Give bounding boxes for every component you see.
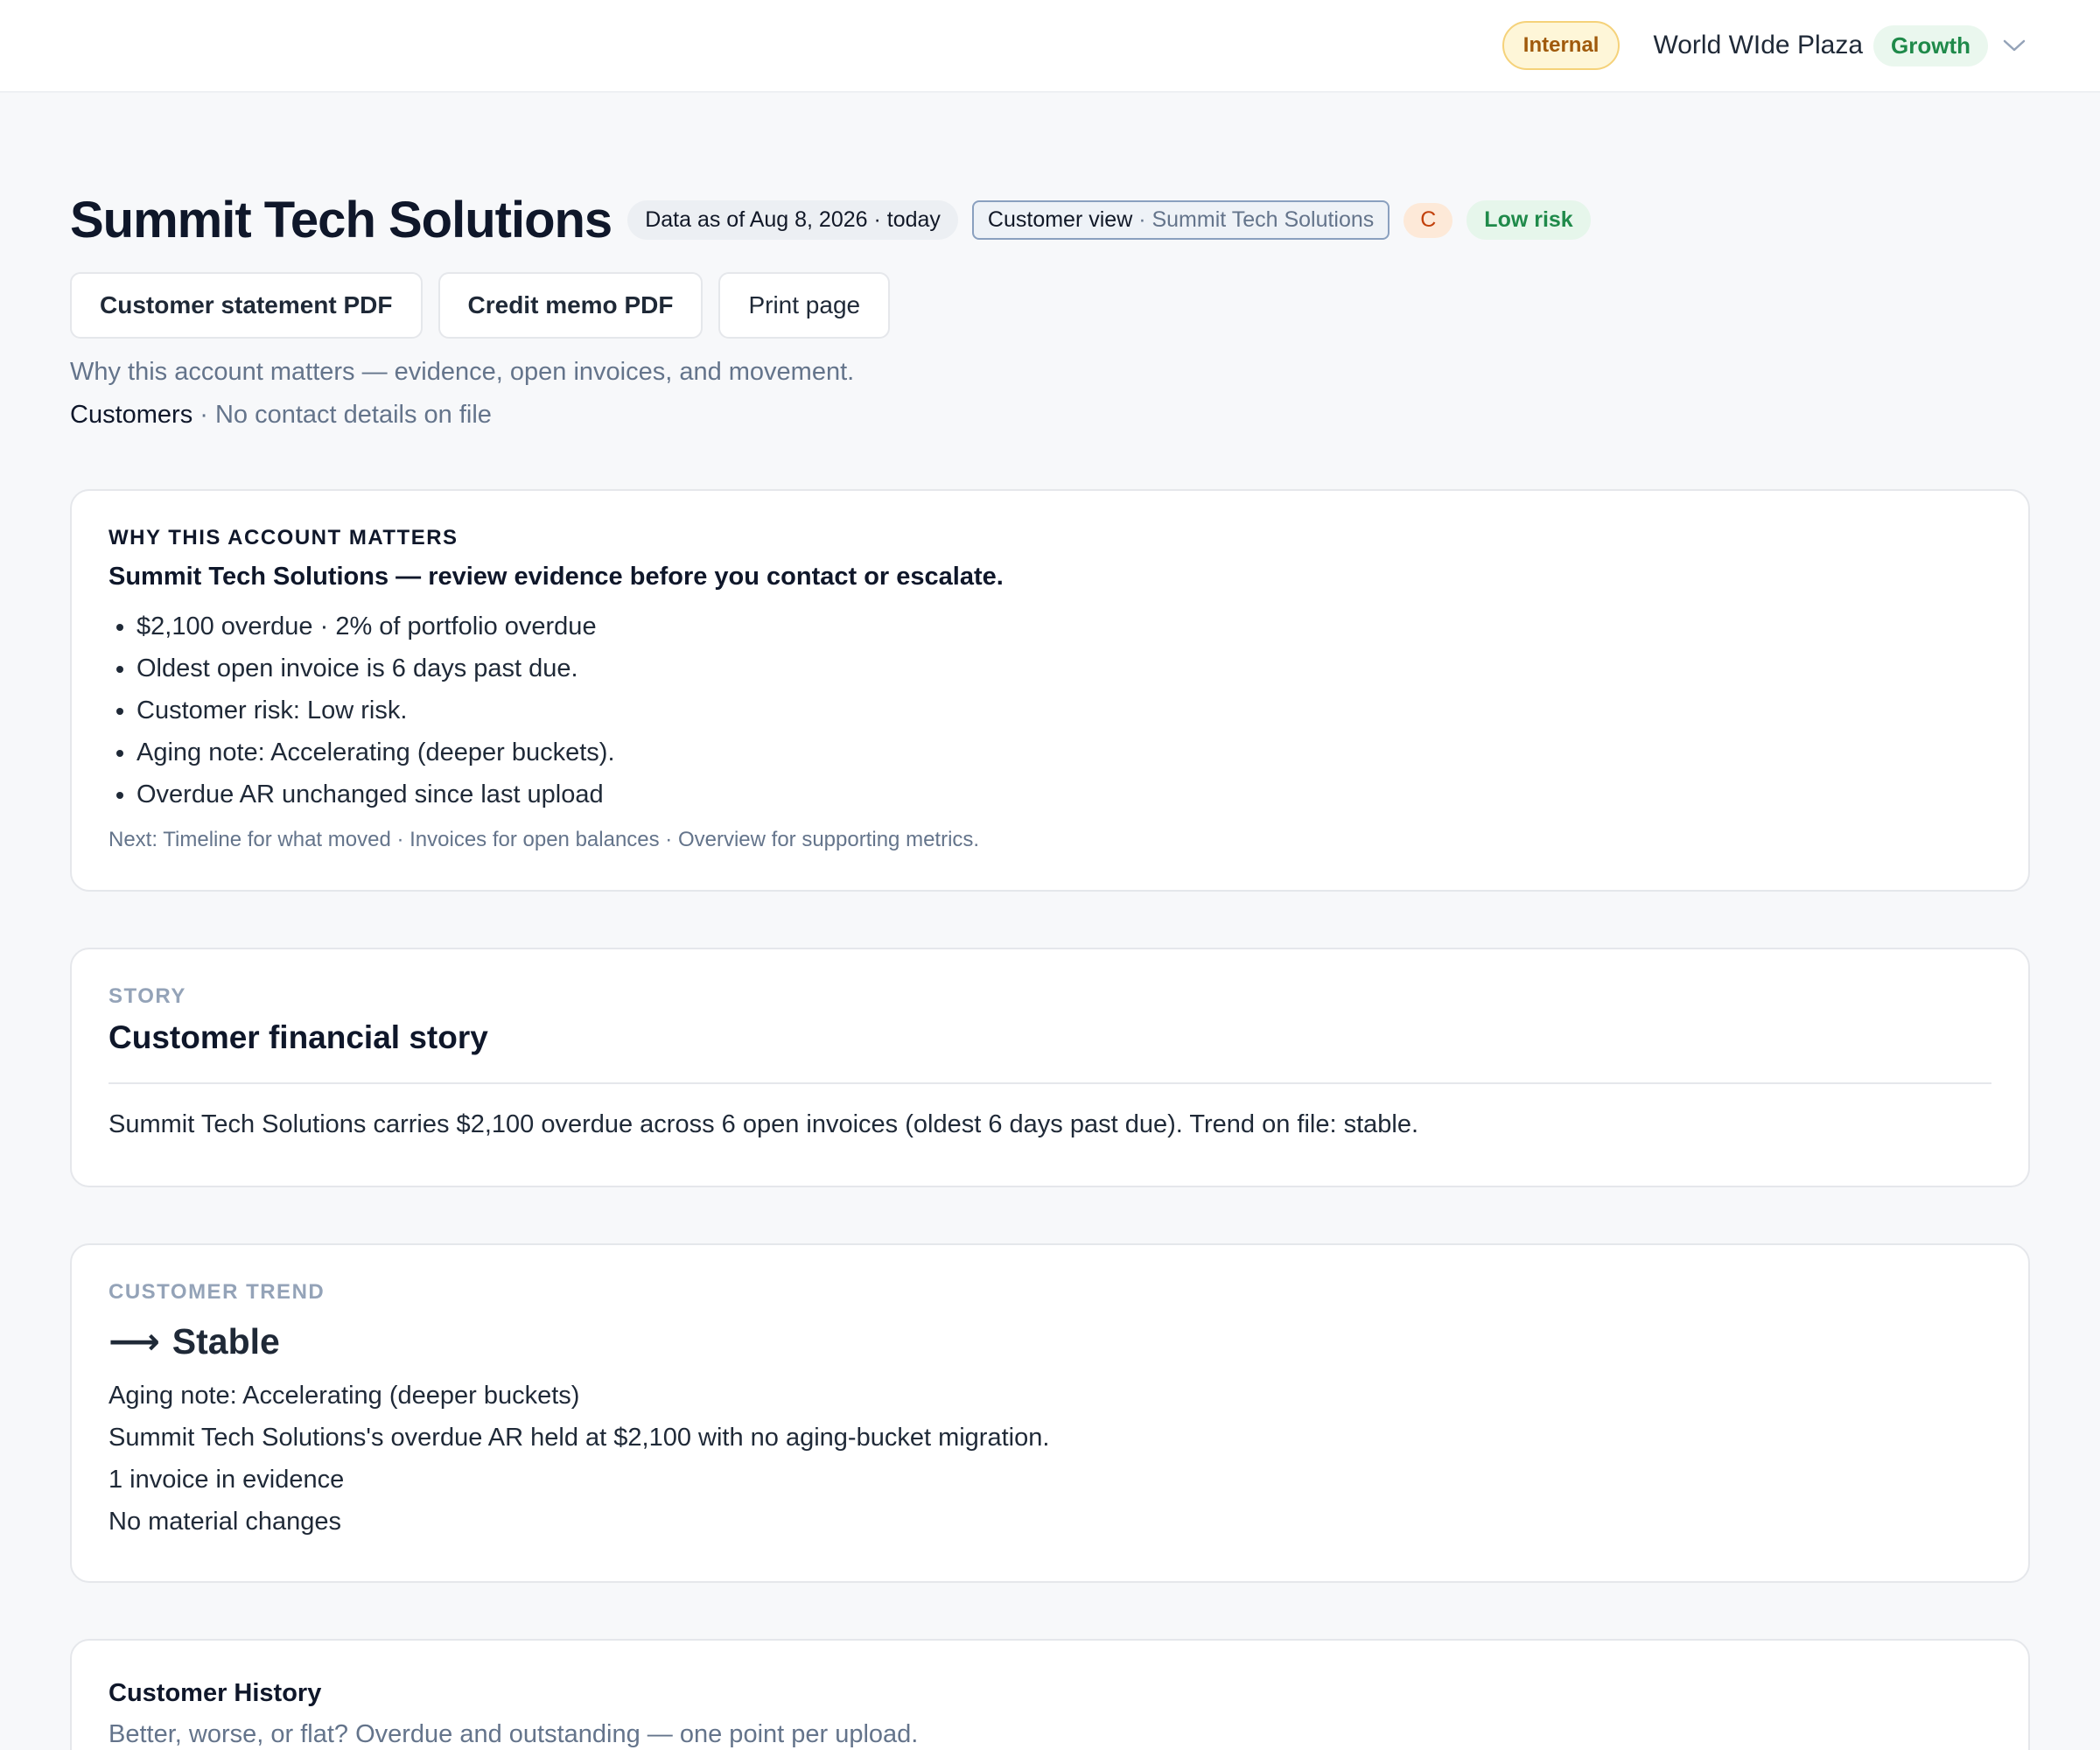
title-row: Summit Tech Solutions Data as of Aug 8, … bbox=[70, 191, 2030, 249]
plan-badge: Growth bbox=[1873, 24, 1988, 66]
trend-title: ⟶ Stable bbox=[108, 1320, 1992, 1362]
org-switcher-name[interactable]: World WIde Plaza bbox=[1653, 31, 1863, 60]
arrow-right-icon: ⟶ bbox=[108, 1321, 160, 1362]
trend-details: Aging note: Accelerating (deeper buckets… bbox=[108, 1375, 1992, 1543]
why-eyebrow: WHY THIS ACCOUNT MATTERS bbox=[108, 526, 458, 550]
chevron-down-icon[interactable] bbox=[1997, 28, 2032, 63]
credit-memo-pdf-button[interactable]: Credit memo PDF bbox=[438, 272, 704, 339]
print-page-button[interactable]: Print page bbox=[718, 272, 891, 339]
history-title: Customer History bbox=[108, 1679, 322, 1707]
customer-history-card: Customer History Better, worse, or flat?… bbox=[70, 1639, 2030, 1750]
story-text: Summit Tech Solutions carries $2,100 ove… bbox=[108, 1110, 1419, 1138]
internal-badge: Internal bbox=[1502, 21, 1620, 70]
customer-view-chip[interactable]: Customer view · Summit Tech Solutions bbox=[971, 200, 1390, 240]
divider bbox=[108, 1082, 1992, 1084]
why-headline: Summit Tech Solutions — review evidence … bbox=[108, 563, 1004, 591]
customer-view-name: · Summit Tech Solutions bbox=[1132, 207, 1375, 232]
list-item: Overdue AR unchanged since last upload bbox=[136, 774, 1992, 816]
page-subtitle: Why this account matters — evidence, ope… bbox=[70, 358, 855, 386]
list-item: Aging note: Accelerating (deeper buckets… bbox=[136, 732, 1992, 774]
history-subtitle: Better, worse, or flat? Overdue and outs… bbox=[108, 1720, 919, 1748]
list-item: No material changes bbox=[108, 1508, 341, 1536]
top-bar: Internal World WIde Plaza Growth bbox=[0, 0, 2100, 93]
breadcrumb: Customers · No contact details on file bbox=[70, 401, 2030, 430]
grade-chip: C bbox=[1404, 202, 1453, 238]
list-item: Oldest open invoice is 6 days past due. bbox=[136, 648, 1992, 690]
story-eyebrow: STORY bbox=[108, 984, 186, 1008]
story-card: STORY Customer financial story Summit Te… bbox=[70, 948, 2030, 1187]
customer-trend-card: CUSTOMER TREND ⟶ Stable Aging note: Acce… bbox=[70, 1243, 2030, 1583]
why-bullet-list: $2,100 overdue · 2% of portfolio overdue… bbox=[108, 606, 1992, 816]
list-item: 1 invoice in evidence bbox=[108, 1466, 345, 1494]
data-as-of-chip: Data as of Aug 8, 2026 · today bbox=[627, 200, 958, 240]
list-item: Summit Tech Solutions's overdue AR held … bbox=[108, 1424, 1050, 1452]
breadcrumb-customers-link[interactable]: Customers bbox=[70, 401, 192, 429]
trend-status: Stable bbox=[172, 1320, 280, 1362]
breadcrumb-contact-note: · No contact details on file bbox=[192, 401, 492, 429]
next-steps-note: Next: Timeline for what moved · Invoices… bbox=[108, 828, 980, 851]
story-title: Customer financial story bbox=[108, 1019, 488, 1055]
trend-eyebrow: CUSTOMER TREND bbox=[108, 1280, 326, 1304]
customer-view-label: Customer view bbox=[987, 207, 1133, 232]
risk-chip: Low risk bbox=[1466, 200, 1591, 240]
list-item: $2,100 overdue · 2% of portfolio overdue bbox=[136, 606, 1992, 648]
customer-statement-pdf-button[interactable]: Customer statement PDF bbox=[70, 272, 423, 339]
page-title: Summit Tech Solutions bbox=[70, 192, 612, 248]
list-item: Customer risk: Low risk. bbox=[136, 690, 1992, 732]
list-item: Aging note: Accelerating (deeper buckets… bbox=[108, 1382, 580, 1410]
main-content: Summit Tech Solutions Data as of Aug 8, … bbox=[0, 191, 2100, 1750]
action-bar: Customer statement PDF Credit memo PDF P… bbox=[70, 272, 2030, 339]
why-account-matters-card: WHY THIS ACCOUNT MATTERS Summit Tech Sol… bbox=[70, 489, 2030, 892]
